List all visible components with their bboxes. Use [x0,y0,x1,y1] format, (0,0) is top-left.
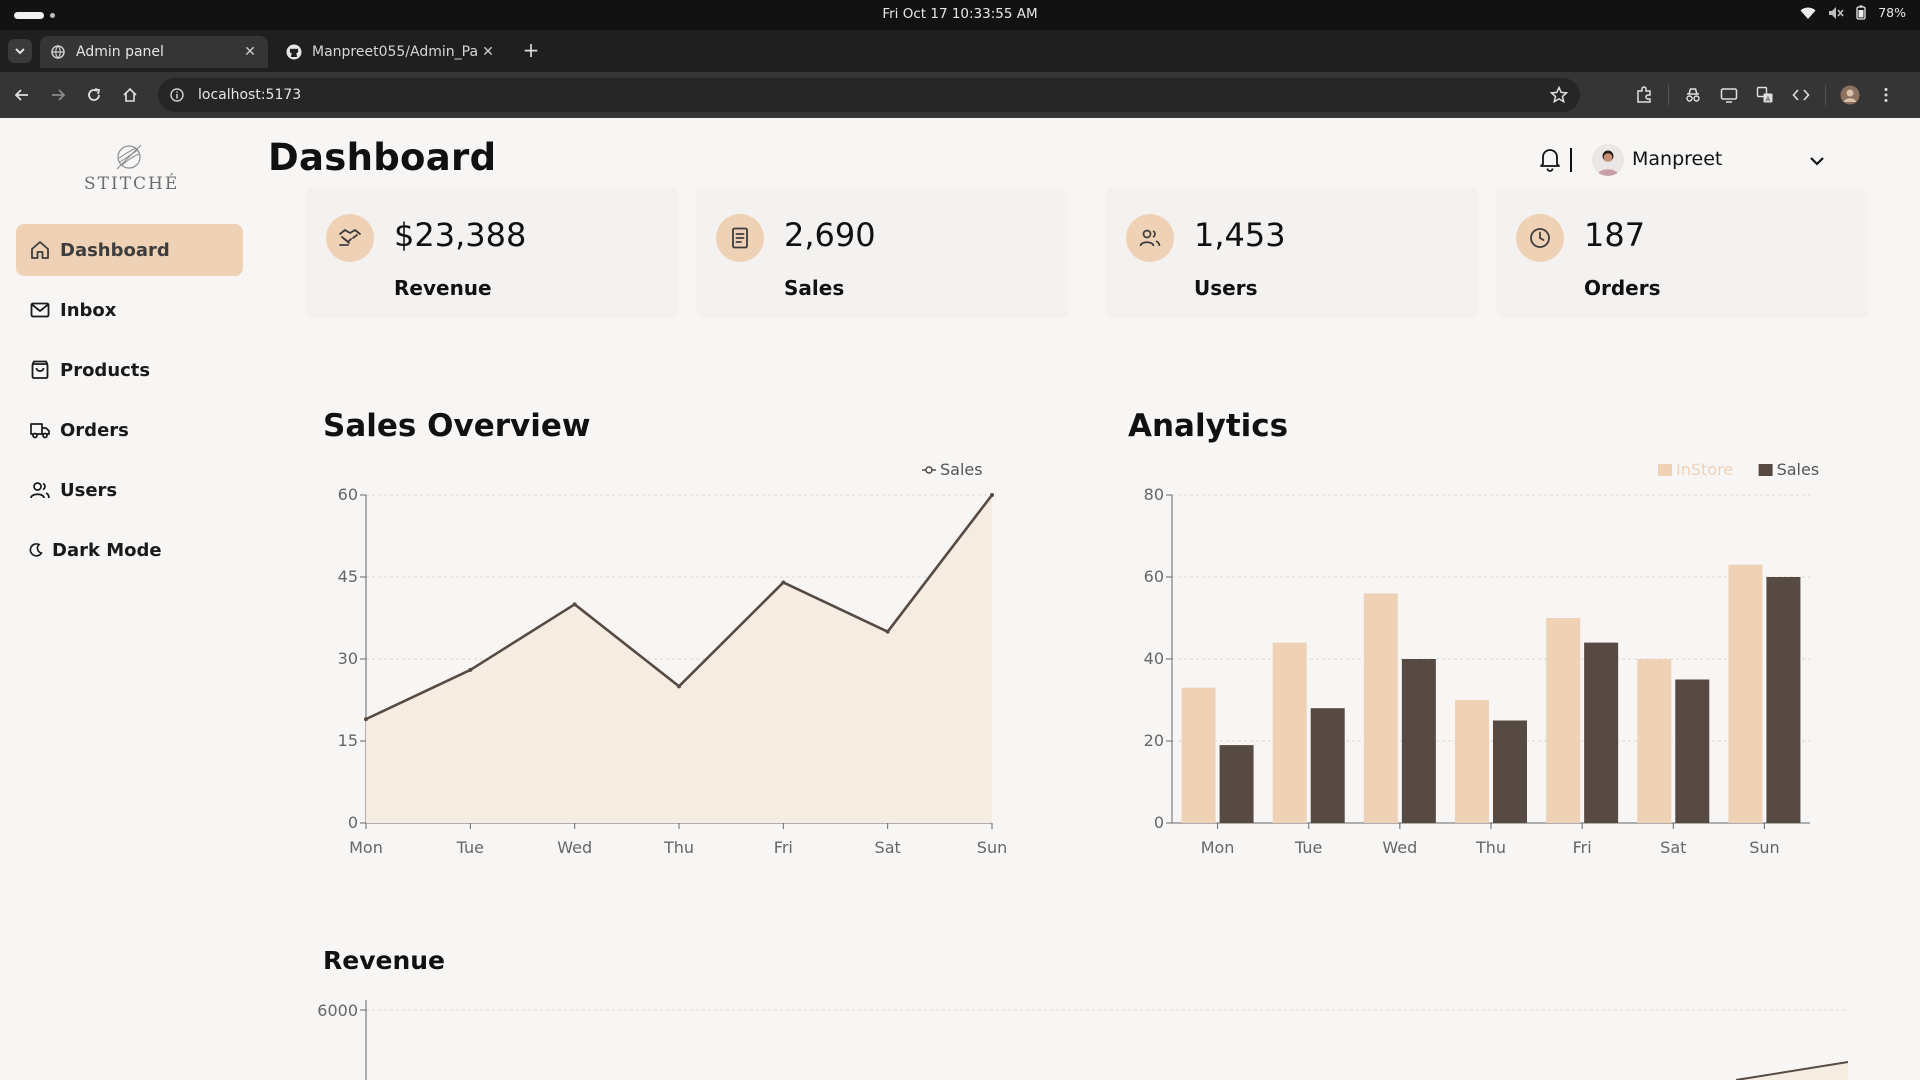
analytics-bar-sales [1675,679,1710,823]
close-tab-icon[interactable]: ✕ [242,44,258,60]
sales-overview-xtick-label: Wed [557,838,592,857]
close-tab-icon[interactable]: ✕ [480,44,496,60]
address-bar[interactable]: localhost:5173 [158,78,1580,112]
analytics-bar-instore [1455,700,1489,823]
sales-overview-xtick-label: Mon [349,838,383,857]
analytics-bar-sales [1493,720,1527,823]
reload-icon[interactable] [82,83,106,107]
browser-extensions-area: A [1632,83,1898,107]
forward-arrow-icon[interactable] [46,83,70,107]
analytics-bar-instore [1546,618,1581,823]
analytics-bar-sales [1584,642,1619,823]
analytics-bar-sales [1766,577,1801,823]
sales-overview-point [990,493,994,497]
sales-overview-ytick-label: 15 [338,731,358,750]
chevron-down-icon [15,48,25,55]
analytics-ytick-label: 80 [1144,485,1164,504]
legend-label-sales: Sales [1777,460,1820,479]
profile-avatar-icon[interactable] [1838,83,1862,107]
home-icon[interactable] [118,83,142,107]
legend-label-instore: InStore [1676,460,1733,479]
analytics-xtick-label: Tue [1294,838,1322,857]
analytics-xtick-label: Fri [1573,838,1592,857]
system-tray[interactable]: 78% [1800,5,1906,20]
battery-percent: 78% [1878,5,1906,20]
analytics-bar-sales [1401,659,1436,823]
code-icon[interactable] [1789,83,1813,107]
browser-tab-admin-panel[interactable]: Admin panel ✕ [40,36,268,68]
analytics-ytick-label: 0 [1154,813,1164,832]
browser-menu-icon[interactable] [1874,83,1898,107]
sales-overview-point [468,667,473,672]
sales-overview-point [781,580,786,585]
browser-tab-strip: Admin panel ✕ Manpreet055/Admin_Pa ✕ + [0,30,1920,72]
extensions-puzzle-icon[interactable] [1632,83,1656,107]
sales-overview-ytick-label: 60 [338,485,358,504]
legend-swatch-sales-marker [925,466,933,474]
analytics-bar-sales [1310,708,1345,823]
speaker-muted-icon [1828,6,1844,20]
analytics-xtick-label: Mon [1201,838,1235,857]
sales-overview-point [572,602,577,607]
site-info-icon[interactable] [168,86,186,104]
svg-text:A: A [1766,96,1771,104]
system-top-bar: Fri Oct 17 10:33:55 AM 78% [0,0,1920,30]
wifi-icon [1800,6,1816,20]
sales-overview-xtick-label: Fri [774,838,793,857]
admin-app: STITCHÉ Dashboard Inbox Products Orders [0,118,1920,1080]
legend-swatch-sales [1758,464,1773,476]
back-arrow-icon[interactable] [10,83,34,107]
analytics-bar-instore [1637,659,1672,823]
bookmark-star-icon[interactable] [1549,85,1569,108]
sales-overview-xtick-label: Sun [977,838,1007,857]
analytics-bar-instore [1728,564,1763,823]
analytics-ytick-label: 60 [1144,567,1164,586]
analytics-xtick-label: Thu [1475,838,1506,857]
analytics-bar-sales [1219,745,1254,823]
cast-icon[interactable] [1717,83,1741,107]
sales-overview-point [885,629,890,634]
analytics-bar-instore [1363,593,1398,823]
toolbar-divider [1825,85,1826,105]
tab-title: Admin panel [76,44,164,60]
analytics-bar-instore [1181,687,1216,823]
analytics-xtick-label: Wed [1382,838,1417,857]
legend-swatch-instore [1658,464,1672,476]
sales-overview-xtick-label: Thu [663,838,694,857]
charts-canvas: 0 15 30 45 60 Mon Tue Wed Thu Fri Sat Sun Sales 0 20 40… [317,460,1849,1080]
tab-search-button[interactable] [8,39,32,63]
sales-overview-ytick-label: 45 [338,567,358,586]
new-tab-button[interactable]: + [520,40,542,62]
sales-overview-ytick-label: 30 [338,649,358,668]
incognito-icon[interactable] [1681,83,1705,107]
analytics-xtick-label: Sat [1660,838,1686,857]
github-icon [286,44,302,60]
analytics-ytick-label: 20 [1144,731,1164,750]
toolbar-divider [1668,85,1669,105]
analytics-xtick-label: Sun [1749,838,1779,857]
legend-label-sales: Sales [940,460,983,479]
browser-tab-github[interactable]: Manpreet055/Admin_Pa ✕ [276,36,506,68]
tab-title: Manpreet055/Admin_Pa [312,44,479,60]
battery-icon [1856,5,1866,20]
url-text: localhost:5173 [198,87,302,103]
revenue-ytick-label: 6000 [317,1001,358,1020]
sales-overview-ytick-label: 0 [348,813,358,832]
sales-overview-xtick-label: Tue [456,838,484,857]
system-clock[interactable]: Fri Oct 17 10:33:55 AM [0,6,1920,22]
sales-overview-point [364,717,368,722]
analytics-ytick-label: 40 [1144,649,1164,668]
translate-icon[interactable]: A [1753,83,1777,107]
analytics-bar-instore [1272,642,1307,823]
sales-overview-xtick-label: Sat [875,838,901,857]
browser-toolbar: localhost:5173 A [0,72,1920,118]
globe-icon [50,44,66,60]
sales-overview-point [677,684,681,689]
